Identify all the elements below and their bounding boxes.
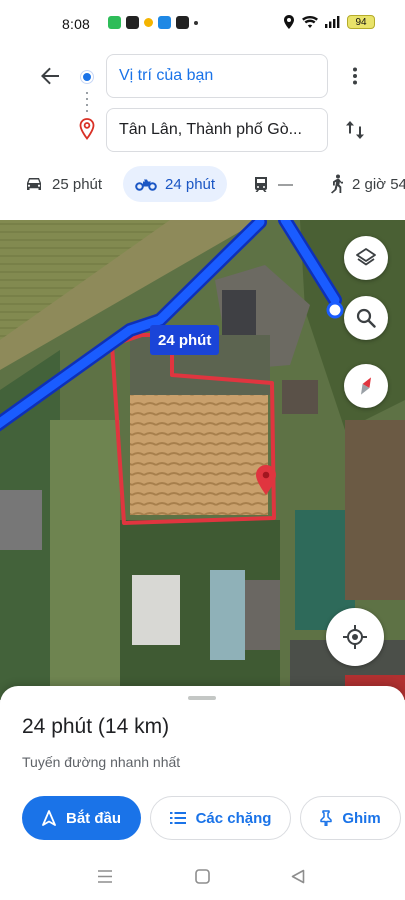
back-arrow-icon [41, 67, 59, 85]
swap-vertical-icon [346, 121, 364, 139]
mode-driving-label: 25 phút [52, 175, 103, 193]
building-small [282, 380, 318, 414]
search-along-route-button[interactable] [344, 296, 388, 340]
compass-icon [361, 377, 371, 395]
mode-transit-label: — [278, 175, 293, 193]
pin-label: Ghim [342, 809, 381, 827]
zalo-icon [126, 16, 139, 29]
building-white-roof [132, 575, 180, 645]
mode-motorbike[interactable]: 24 phút [123, 166, 228, 202]
back-button[interactable] [36, 62, 64, 90]
app-notification-icon [108, 16, 121, 29]
youtube-icon [176, 16, 189, 29]
home-button[interactable] [192, 866, 212, 886]
recent-apps-button[interactable] [95, 866, 115, 886]
back-triangle-icon [291, 869, 305, 883]
pin-button[interactable]: Ghim [300, 796, 401, 840]
mode-transit[interactable]: — [252, 166, 293, 202]
building-blue-roof [210, 570, 245, 660]
origin-marker-icon [81, 71, 93, 83]
walk-icon [331, 174, 343, 194]
my-location-icon [343, 625, 367, 649]
route-connector [86, 92, 88, 114]
mode-driving[interactable]: 25 phút [24, 166, 102, 202]
system-navigation-bar [0, 862, 405, 890]
menu-lines-icon [98, 869, 112, 883]
destination-field[interactable]: Tân Lân, Thành phố Gò... [106, 108, 328, 152]
route-panel: Vị trí của bạn Tân Lân, Thành phố Gò... [0, 48, 405, 160]
status-indicators: 94 [283, 15, 375, 29]
sheet-drag-handle[interactable] [188, 696, 216, 700]
transit-icon [255, 177, 267, 192]
destination-marker-center [262, 471, 270, 479]
route-subtitle: Tuyến đường nhanh nhất [22, 754, 181, 770]
car-icon [27, 178, 41, 190]
start-navigation-button[interactable]: Bắt đầu [22, 796, 141, 840]
swap-route-button[interactable] [342, 116, 368, 144]
home-square-icon [194, 868, 210, 884]
plot-dirt [130, 395, 268, 515]
my-location-button[interactable] [326, 608, 384, 666]
location-icon [284, 15, 294, 29]
more-options-button[interactable] [344, 62, 366, 90]
compass-button[interactable] [344, 364, 388, 408]
star-icon [144, 18, 153, 27]
origin-field[interactable]: Vị trí của bạn [106, 54, 328, 98]
dirt-area-right [345, 420, 405, 600]
signal-icon [325, 16, 340, 28]
pushpin-icon [320, 810, 333, 826]
building-left [0, 490, 42, 550]
battery-indicator: 94 [347, 15, 375, 29]
system-back-button[interactable] [288, 866, 308, 886]
steps-button[interactable]: Các chặng [150, 796, 291, 840]
route-end-dot [326, 301, 344, 319]
status-bar: 8:08 94 [0, 0, 405, 48]
motorbike-icon [135, 179, 157, 191]
more-notifications-icon [194, 20, 198, 25]
status-time: 8:08 [62, 16, 91, 32]
layers-button[interactable] [344, 236, 388, 280]
steps-label: Các chặng [195, 809, 272, 827]
list-icon [169, 812, 186, 824]
map-view[interactable]: 24 phút [0, 220, 405, 700]
navigation-arrow-icon [42, 810, 56, 826]
google-maps-directions-screen: 8:08 94 Vị trí của bạn Tân Lân, Thành ph… [0, 0, 405, 900]
travel-mode-bar: 25 phút 24 phút — 2 giờ 54 [0, 164, 405, 204]
messenger-icon [158, 16, 171, 29]
field-strip-left [50, 420, 120, 700]
destination-pin-icon [79, 118, 95, 140]
route-duration-chip[interactable]: 24 phút [150, 325, 220, 355]
more-vert-icon [353, 67, 357, 85]
mode-motorbike-label: 24 phút [165, 175, 216, 193]
mode-walking[interactable]: 2 giờ 54 [330, 166, 405, 202]
building-roof-top [222, 290, 256, 340]
building-grey-roof [245, 580, 280, 650]
mode-walking-label: 2 giờ 54 [352, 175, 405, 193]
route-summary: 24 phút (14 km) [22, 715, 170, 738]
wifi-icon [302, 16, 318, 28]
notification-icons [108, 16, 198, 29]
layers-icon [356, 248, 376, 266]
search-icon [356, 308, 376, 328]
start-label: Bắt đầu [65, 809, 121, 827]
